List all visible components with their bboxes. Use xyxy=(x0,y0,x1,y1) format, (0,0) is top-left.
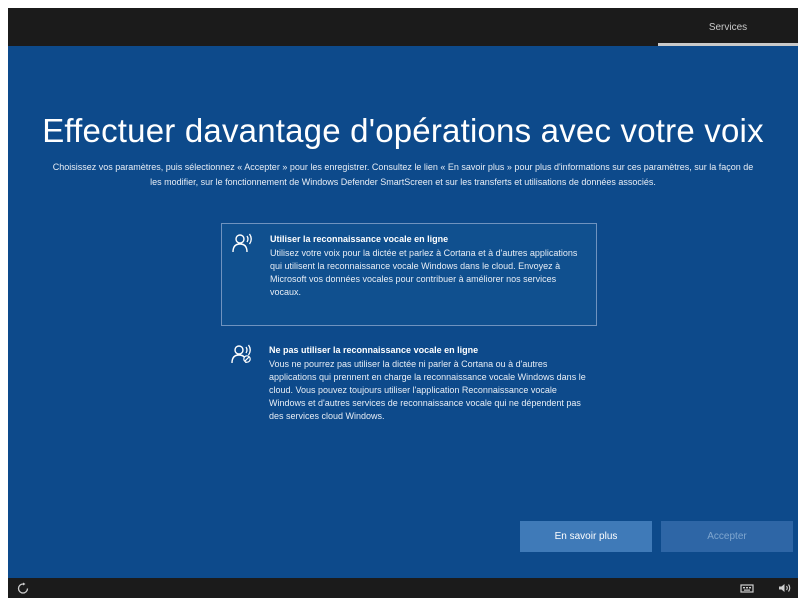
speech-offline-icon xyxy=(231,344,251,364)
option-online-body: Utilisez votre voix pour la dictée et pa… xyxy=(270,248,578,297)
keyboard-icon[interactable] xyxy=(740,582,754,594)
option-offline-speech[interactable]: Ne pas utiliser la reconnaissance vocale… xyxy=(221,335,597,465)
page-description: Choisissez vos paramètres, puis sélectio… xyxy=(52,162,754,187)
accept-button[interactable]: Accepter xyxy=(661,521,793,552)
volume-icon[interactable] xyxy=(778,582,792,594)
speech-online-icon xyxy=(232,233,252,253)
option-online-speech[interactable]: Utiliser la reconnaissance vocale en lig… xyxy=(221,223,597,326)
top-bar: Services xyxy=(8,8,798,46)
learn-more-button[interactable]: En savoir plus xyxy=(520,521,652,552)
tab-services[interactable]: Services xyxy=(658,8,798,46)
option-offline-body: Vous ne pourrez pas utiliser la dictée n… xyxy=(269,359,586,421)
main-panel: Effectuer davantage d'opérations avec vo… xyxy=(8,46,798,578)
option-offline-title: Ne pas utiliser la reconnaissance vocale… xyxy=(269,345,479,355)
page-title: Effectuer davantage d'opérations avec vo… xyxy=(42,112,764,149)
option-online-title: Utiliser la reconnaissance vocale en lig… xyxy=(270,234,449,244)
oobe-window: Services Effectuer davantage d'opération… xyxy=(8,8,798,598)
ease-of-access-icon[interactable] xyxy=(16,582,30,594)
bottom-bar xyxy=(8,578,798,598)
